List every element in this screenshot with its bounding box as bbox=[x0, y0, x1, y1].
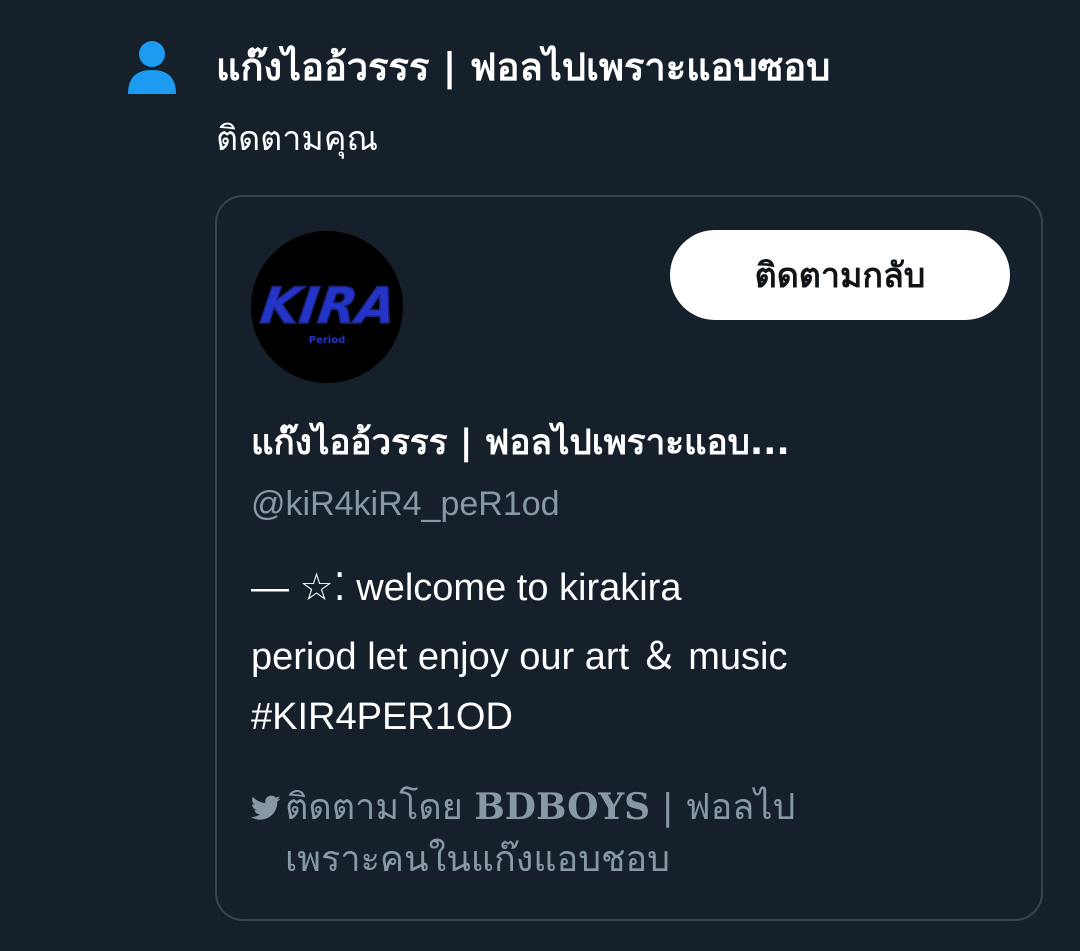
user-card[interactable]: KIRA Period ติดตามกลับ แก๊งไออ้วรรร | ฟอ… bbox=[215, 195, 1043, 921]
user-handle: @kiR4kiR4_peR1od bbox=[251, 485, 560, 523]
avatar-logo-subtext: Period bbox=[309, 335, 346, 346]
notification-subtitle: ติดตามคุณ bbox=[216, 119, 379, 159]
avatar[interactable]: KIRA Period bbox=[251, 231, 403, 383]
followed-by[interactable]: ติดตามโดย BDBOYS | ฟอลไป เพราะคนในแก๊งแอ… bbox=[250, 781, 991, 886]
bio-line: — ☆⁚ welcome to kirakira bbox=[251, 567, 682, 609]
follow-back-button[interactable]: ติดตามกลับ bbox=[670, 230, 1010, 320]
followed-by-line2: เพราะคนในแก๊งแอบชอบ bbox=[285, 839, 670, 880]
hashtag-link[interactable]: #KIR4PER1OD bbox=[251, 687, 1011, 747]
user-bio: — ☆⁚ welcome to kirakira period let enjo… bbox=[251, 549, 1011, 747]
bio-line: period let enjoy our art ＆ music bbox=[251, 636, 788, 678]
avatar-logo-text: KIRA bbox=[257, 276, 400, 335]
followed-by-suffix: | ฟอลไป bbox=[661, 787, 796, 828]
followed-by-name[interactable]: BDBOYS bbox=[474, 786, 650, 828]
notification-title[interactable]: แก๊งไออ้วรรร | ฟอลไปเพราะแอบซอบ bbox=[216, 38, 1056, 96]
display-name[interactable]: แก๊งไออ้วรรร | ฟอลไปเพราะแอบ... bbox=[251, 415, 1001, 471]
followed-by-prefix: ติดตามโดย bbox=[285, 787, 463, 828]
person-icon bbox=[126, 40, 178, 96]
bird-icon bbox=[250, 784, 281, 820]
